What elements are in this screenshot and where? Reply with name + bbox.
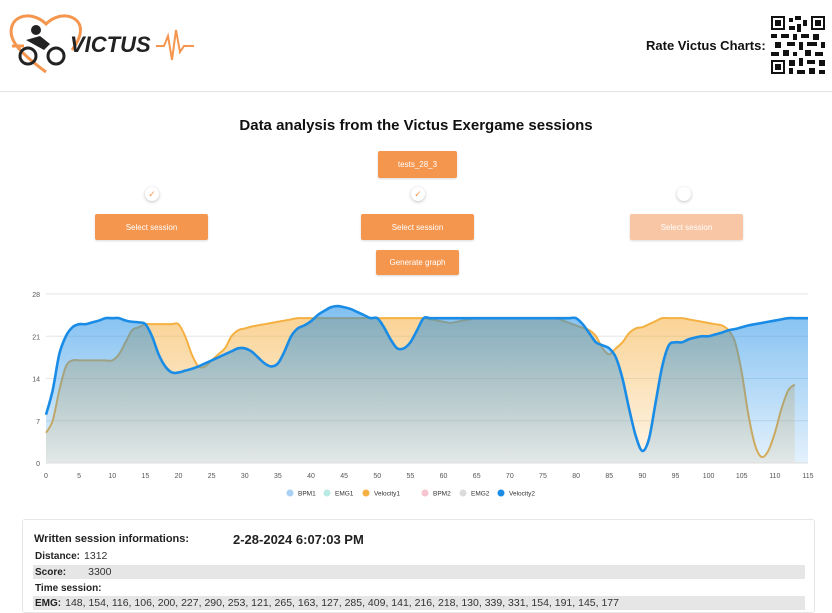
legend-label-emg1: EMG1: [335, 491, 354, 498]
x-tick-label: 115: [802, 473, 813, 480]
x-tick-label: 85: [605, 473, 613, 480]
x-tick-label: 50: [373, 473, 381, 480]
x-tick-label: 15: [141, 473, 149, 480]
legend-label-velocity2: Velocity2: [509, 491, 535, 498]
rate-charts-label: Rate Victus Charts:: [646, 38, 766, 53]
y-tick-label: 7: [36, 419, 40, 426]
emg-row: EMG: 148, 154, 116, 106, 200, 227, 290, 2…: [33, 596, 805, 610]
x-tick-label: 30: [241, 473, 249, 480]
x-tick-label: 20: [175, 473, 183, 480]
session-2-checkbox[interactable]: ✓: [411, 187, 425, 201]
score-row: Score: 3300: [33, 565, 805, 579]
y-tick-label: 14: [32, 377, 40, 384]
qr-code-icon[interactable]: [771, 16, 825, 74]
x-tick-label: 90: [638, 473, 646, 480]
generate-graph-button[interactable]: Generate graph: [376, 250, 459, 275]
select-session-1-button[interactable]: Select session: [95, 214, 208, 240]
distance-row: Distance: 1312: [33, 549, 805, 563]
score-label: Score:: [35, 567, 67, 578]
legend-marker-emg2: [459, 489, 467, 497]
distance-value: 1312: [84, 550, 108, 562]
session-area-chart: 0 7 14 21 28 0 5 10 15 20 25 30 35 40 45 50 55 60 65 70 75 80…: [32, 292, 813, 498]
select-session-3-button[interactable]: Select session: [630, 214, 743, 240]
session-info-panel: Written session informations: 2-28-2024 …: [22, 519, 815, 613]
x-tick-label: 55: [407, 473, 415, 480]
legend-marker-velocity2: [497, 489, 505, 497]
y-tick-label: 0: [36, 461, 40, 468]
x-tick-label: 95: [672, 473, 680, 480]
time-row: Time session:: [33, 581, 805, 595]
emg-value: 148, 154, 116, 106, 200, 227, 290, 253, …: [65, 597, 619, 609]
x-tick-label: 80: [572, 473, 580, 480]
legend-label-emg2: EMG2: [471, 491, 490, 498]
session-1-checkbox[interactable]: ✓: [145, 187, 159, 201]
select-session-2-button[interactable]: Select session: [361, 214, 474, 240]
session-info-title: Written session informations:: [34, 533, 190, 545]
victus-logo[interactable]: VICTUS: [6, 10, 196, 80]
time-label: Time session:: [35, 583, 102, 594]
x-tick-label: 5: [77, 473, 81, 480]
x-tick-label: 60: [440, 473, 448, 480]
x-tick-label: 110: [769, 473, 780, 480]
x-tick-label: 100: [703, 473, 715, 480]
x-tick-label: 65: [473, 473, 481, 480]
legend-marker-bpm2: [421, 489, 429, 497]
legend-label-bpm1: BPM1: [298, 491, 316, 498]
legend-label-bpm2: BPM2: [433, 491, 451, 498]
distance-label: Distance:: [35, 551, 81, 562]
x-tick-label: 105: [736, 473, 748, 480]
x-tick-label: 35: [274, 473, 282, 480]
legend-marker-bpm1: [286, 489, 294, 497]
x-tick-label: 10: [108, 473, 116, 480]
y-tick-label: 21: [32, 334, 40, 341]
x-tick-label: 70: [506, 473, 514, 480]
score-value: 3300: [88, 566, 112, 578]
emg-label: EMG:: [35, 598, 62, 609]
x-tick-label: 45: [340, 473, 348, 480]
header-bar: VICTUS Rate Victus Charts:: [0, 0, 832, 92]
x-tick-label: 25: [208, 473, 216, 480]
y-tick-label: 28: [32, 292, 40, 299]
logo-text: VICTUS: [70, 32, 151, 57]
x-tick-label: 40: [307, 473, 315, 480]
session-file-button[interactable]: tests_28_3: [378, 151, 457, 178]
x-tick-label: 75: [539, 473, 547, 480]
legend-marker-velocity1: [362, 489, 370, 497]
page-title: Data analysis from the Victus Exergame s…: [239, 117, 593, 134]
x-tick-label: 0: [44, 473, 48, 480]
session-3-checkbox[interactable]: ✓: [677, 187, 691, 201]
session-date: 2-28-2024 6:07:03 PM: [233, 532, 364, 547]
legend-marker-emg1: [323, 489, 331, 497]
legend-label-velocity1: Velocity1: [374, 491, 400, 498]
